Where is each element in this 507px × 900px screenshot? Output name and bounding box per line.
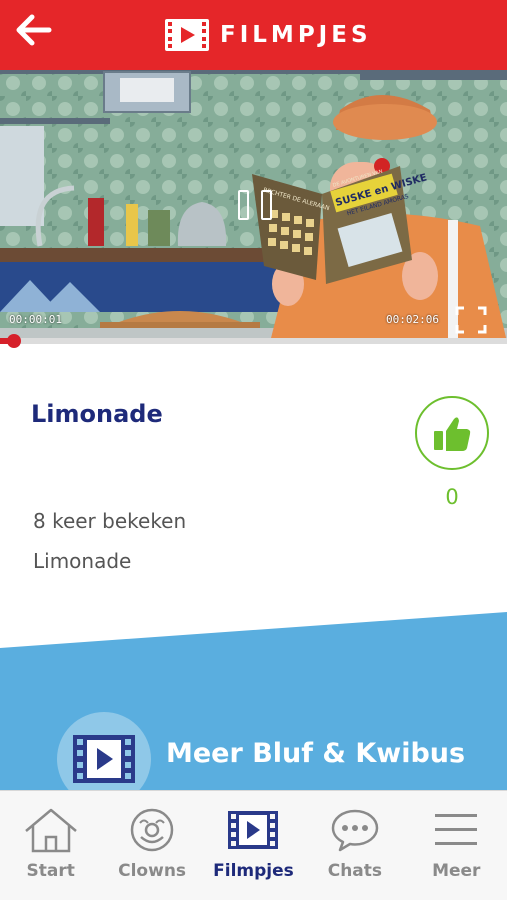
video-progress-bar[interactable] — [0, 334, 507, 348]
fullscreen-button[interactable] — [455, 306, 487, 334]
thumbs-up-icon — [434, 417, 471, 451]
progress-knob[interactable] — [7, 334, 21, 348]
film-play-icon — [165, 19, 209, 51]
tab-meer-label: Meer — [432, 861, 481, 881]
tab-filmpjes-label: Filmpjes — [213, 861, 294, 881]
fullscreen-icon — [455, 306, 487, 334]
tab-chats[interactable]: Chats — [304, 791, 405, 900]
back-button[interactable] — [12, 10, 56, 50]
film-play-icon — [228, 811, 279, 849]
film-play-icon — [73, 735, 135, 783]
video-description: Limonade — [33, 549, 132, 573]
tab-clowns[interactable]: Clowns — [101, 791, 202, 900]
view-count: 8 keer bekeken — [33, 509, 187, 533]
tab-filmpjes[interactable]: Filmpjes — [203, 791, 304, 900]
like-count: 0 — [445, 485, 459, 509]
page-title: FILMPJES — [220, 22, 372, 48]
tab-chats-label: Chats — [327, 861, 383, 881]
video-title: Limonade — [31, 400, 163, 428]
more-videos-link[interactable]: Meer Bluf & Kwibus — [166, 738, 465, 769]
pause-icon-bar-right — [261, 190, 272, 220]
chat-bubble-icon — [331, 809, 379, 852]
header-logo: FILMPJES — [164, 18, 372, 52]
like-button[interactable] — [415, 396, 489, 470]
tab-meer[interactable]: Meer — [406, 791, 507, 900]
tab-start[interactable]: Start — [0, 791, 101, 900]
clown-face-icon — [130, 808, 174, 852]
total-time: 00:02:06 — [386, 313, 439, 326]
arrow-left-icon — [16, 14, 52, 46]
current-time: 00:00:01 — [9, 313, 62, 326]
bottom-tab-bar: Start Clowns Filmpjes Chats Meer — [0, 790, 507, 900]
pause-icon-bar-left — [238, 190, 249, 220]
app-header: FILMPJES — [0, 0, 507, 70]
tab-start-label: Start — [26, 861, 75, 881]
menu-icon — [435, 814, 478, 845]
home-icon — [24, 808, 77, 853]
tab-clowns-label: Clowns — [118, 861, 187, 881]
pause-button[interactable] — [238, 190, 272, 224]
video-player[interactable]: SUSKE en WISKE HET EILAND AMORAS RECHTER… — [0, 70, 507, 342]
